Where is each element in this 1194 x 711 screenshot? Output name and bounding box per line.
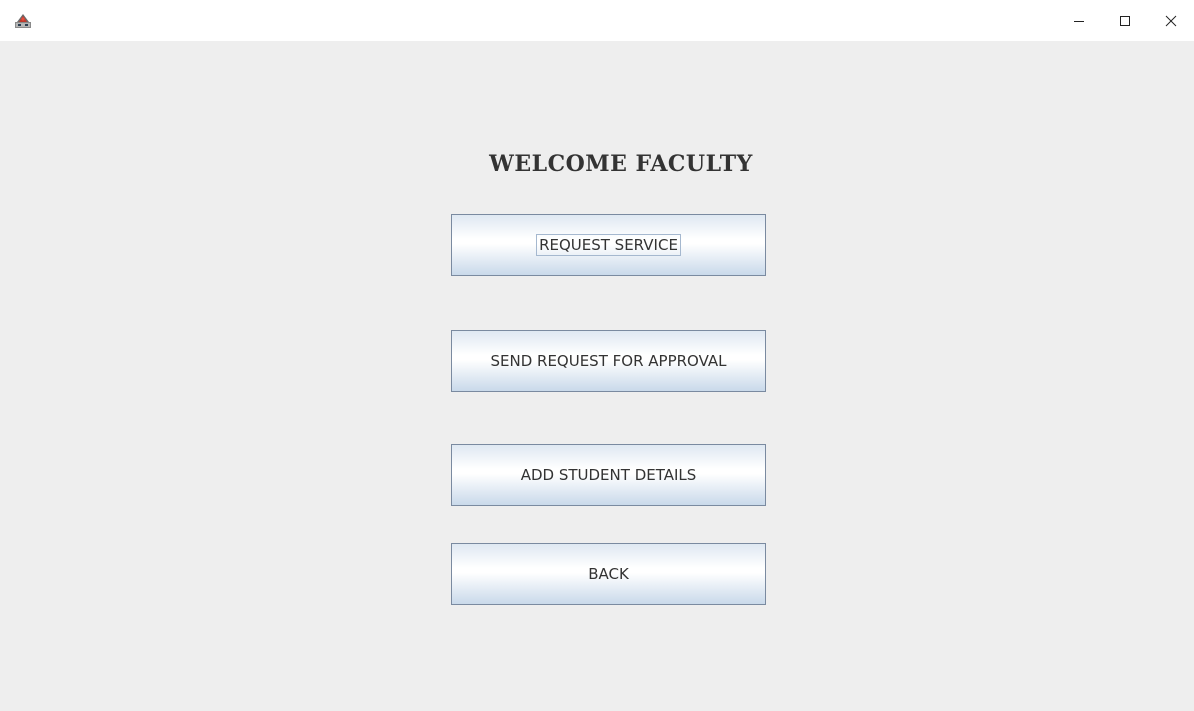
request-service-button[interactable]: REQUEST SERVICE: [451, 214, 766, 276]
minimize-icon: [1074, 20, 1084, 22]
add-student-details-label: ADD STUDENT DETAILS: [520, 466, 697, 484]
window-controls: [1056, 0, 1194, 41]
back-button[interactable]: BACK: [451, 543, 766, 605]
title-bar[interactable]: [0, 0, 1194, 41]
maximize-icon: [1120, 15, 1130, 26]
back-label: BACK: [588, 565, 629, 583]
java-app-icon[interactable]: [14, 11, 32, 29]
maximize-button[interactable]: [1102, 0, 1148, 41]
close-icon: [1165, 15, 1177, 26]
send-request-for-approval-button[interactable]: SEND REQUEST FOR APPROVAL: [451, 330, 766, 392]
minimize-button[interactable]: [1056, 0, 1102, 41]
app-window: WELCOME FACULTY REQUEST SERVICE SEND REQ…: [0, 0, 1194, 711]
page-title: WELCOME FACULTY: [489, 151, 753, 177]
add-student-details-button[interactable]: ADD STUDENT DETAILS: [451, 444, 766, 506]
close-button[interactable]: [1148, 0, 1194, 41]
send-request-for-approval-label: SEND REQUEST FOR APPROVAL: [490, 352, 727, 370]
request-service-label: REQUEST SERVICE: [536, 234, 681, 256]
